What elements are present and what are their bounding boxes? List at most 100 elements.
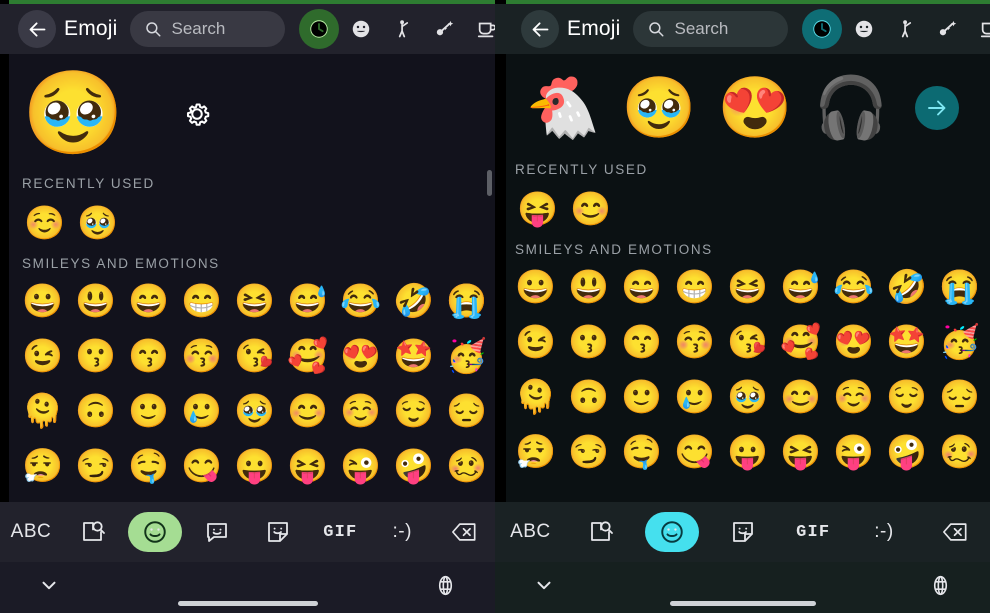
emoji-cell[interactable]: ☺️ — [334, 383, 387, 438]
emoji-cell[interactable]: 😘 — [721, 314, 774, 369]
emoji-cell[interactable]: 😀 — [16, 273, 69, 328]
sticker-button[interactable] — [248, 502, 310, 562]
emoji-cell[interactable]: 🤪 — [880, 424, 933, 479]
emoji-cell[interactable]: 🤣 — [880, 259, 933, 314]
emoji-cell[interactable]: 🥲 — [175, 383, 228, 438]
emoji-cell[interactable]: 😝 — [281, 438, 334, 493]
home-indicator[interactable] — [669, 601, 816, 606]
emoji-cell[interactable]: 🥳 — [933, 314, 986, 369]
emoji-cell[interactable]: 😊 — [564, 181, 617, 236]
emoji-cell[interactable]: 😮‍💨 — [16, 438, 69, 493]
category-tab-food-drink[interactable] — [467, 9, 495, 49]
emoji-cell[interactable]: 😀 — [509, 259, 562, 314]
scrollbar-thumb[interactable] — [487, 170, 492, 196]
emoji-cell[interactable]: 😝 — [511, 181, 564, 236]
emoji-cell[interactable]: 😄 — [122, 273, 175, 328]
kaomoji-button[interactable]: :-) — [849, 502, 920, 562]
emoji-cell[interactable]: 😗 — [562, 314, 615, 369]
emoji-cell[interactable]: 😔 — [933, 369, 986, 424]
emoji-cell[interactable]: 😭 — [440, 273, 493, 328]
emoji-cell[interactable]: 😃 — [562, 259, 615, 314]
suggestion-emoji[interactable]: 🥹 — [617, 78, 701, 138]
language-switch-button[interactable] — [434, 574, 457, 602]
backspace-button[interactable] — [433, 502, 495, 562]
emoji-cell[interactable]: 😏 — [69, 438, 122, 493]
featured-large-emoji[interactable]: 🥹 — [22, 73, 124, 155]
emoji-cell[interactable]: 🥲 — [668, 369, 721, 424]
emoji-cell[interactable]: 😅 — [281, 273, 334, 328]
category-tab-animals-nature[interactable] — [928, 9, 968, 49]
kaomoji-button[interactable]: :-) — [371, 502, 433, 562]
emoji-cell[interactable]: 🥰 — [281, 328, 334, 383]
emoji-cell[interactable]: 🤩 — [880, 314, 933, 369]
category-tab-people[interactable] — [383, 9, 423, 49]
emoji-cell[interactable]: 😏 — [562, 424, 615, 479]
emoji-cell[interactable]: 😊 — [774, 369, 827, 424]
emoji-cell[interactable]: 😂 — [334, 273, 387, 328]
emoji-cell[interactable]: 😙 — [122, 328, 175, 383]
emoji-cell[interactable]: 🥳 — [440, 328, 493, 383]
home-indicator[interactable] — [177, 601, 318, 606]
emoji-cell[interactable]: 😁 — [175, 273, 228, 328]
sticker-button[interactable] — [707, 502, 778, 562]
back-button[interactable] — [18, 10, 56, 48]
emoji-cell[interactable]: 🫠 — [509, 369, 562, 424]
category-tab-smileys[interactable] — [844, 9, 884, 49]
emoji-cell[interactable]: 😮‍💨 — [509, 424, 562, 479]
emoji-cell[interactable]: 🫠 — [16, 383, 69, 438]
right-emoji-content[interactable]: 🐔 🥹 😍 🎧 RECENTLY USED 😝 😊 SMILEYS AND EM… — [495, 54, 990, 550]
abc-key[interactable]: ABC — [0, 502, 62, 562]
language-switch-button[interactable] — [929, 574, 952, 602]
emoji-cell[interactable]: 🤤 — [122, 438, 175, 493]
emoji-cell[interactable]: 🥹 — [71, 195, 124, 250]
emoji-cell[interactable]: 😜 — [827, 424, 880, 479]
emoji-cell[interactable]: 🥴 — [440, 438, 493, 493]
emoji-cell[interactable]: 😛 — [228, 438, 281, 493]
image-search-button[interactable] — [62, 502, 124, 562]
gif-button[interactable]: GIF — [778, 502, 849, 562]
emoji-cell[interactable]: 😛 — [721, 424, 774, 479]
left-emoji-content[interactable]: 🥹 RECENTLY USED ☺️ 🥹 SMILEYS AND EMOTION… — [0, 54, 495, 550]
emoji-cell[interactable]: 🥰 — [774, 314, 827, 369]
backspace-button[interactable] — [919, 502, 990, 562]
emoji-cell[interactable]: 😉 — [509, 314, 562, 369]
emoji-cell[interactable]: 🥴 — [933, 424, 986, 479]
suggestion-emoji[interactable]: 🐔 — [521, 78, 605, 138]
suggestion-emoji[interactable]: 😍 — [713, 78, 797, 138]
emoji-cell[interactable]: 😍 — [827, 314, 880, 369]
emoji-cell[interactable]: 🙃 — [562, 369, 615, 424]
emoji-cell[interactable]: 🙂 — [615, 369, 668, 424]
search-input[interactable]: Search — [129, 11, 285, 47]
emoji-cell[interactable]: 😭 — [933, 259, 986, 314]
emoji-cell[interactable]: 😜 — [334, 438, 387, 493]
emoji-cell[interactable]: 🙃 — [69, 383, 122, 438]
emoji-cell[interactable]: 😃 — [69, 273, 122, 328]
hide-keyboard-button[interactable] — [533, 574, 555, 601]
more-suggestions-button[interactable] — [915, 86, 959, 130]
emoji-cell[interactable]: 😋 — [668, 424, 721, 479]
emoji-cell[interactable]: 😅 — [774, 259, 827, 314]
emoji-cell[interactable]: 😂 — [827, 259, 880, 314]
emoji-cell[interactable]: 😋 — [175, 438, 228, 493]
emoji-cell[interactable]: 😁 — [668, 259, 721, 314]
emoji-cell[interactable]: 😗 — [69, 328, 122, 383]
emoji-cell[interactable]: 😚 — [175, 328, 228, 383]
emoji-cell[interactable]: 🤩 — [387, 328, 440, 383]
gif-button[interactable]: GIF — [309, 502, 371, 562]
emoji-tab-button[interactable] — [636, 502, 707, 562]
hide-keyboard-button[interactable] — [38, 574, 60, 601]
emoji-cell[interactable]: ☺️ — [827, 369, 880, 424]
emoji-cell[interactable]: 😔 — [440, 383, 493, 438]
image-search-button[interactable] — [566, 502, 637, 562]
emoji-cell[interactable]: ☺️ — [18, 195, 71, 250]
abc-key[interactable]: ABC — [495, 502, 566, 562]
emoji-cell[interactable]: 😆 — [228, 273, 281, 328]
emoji-cell[interactable]: 😝 — [774, 424, 827, 479]
search-input[interactable]: Search — [632, 11, 788, 47]
category-tab-people[interactable] — [886, 9, 926, 49]
emoji-cell[interactable]: 🤪 — [387, 438, 440, 493]
emoji-cell[interactable]: 😙 — [615, 314, 668, 369]
back-button[interactable] — [521, 10, 559, 48]
emoji-cell[interactable]: 🥹 — [721, 369, 774, 424]
emotion-sticker-button[interactable] — [186, 502, 248, 562]
